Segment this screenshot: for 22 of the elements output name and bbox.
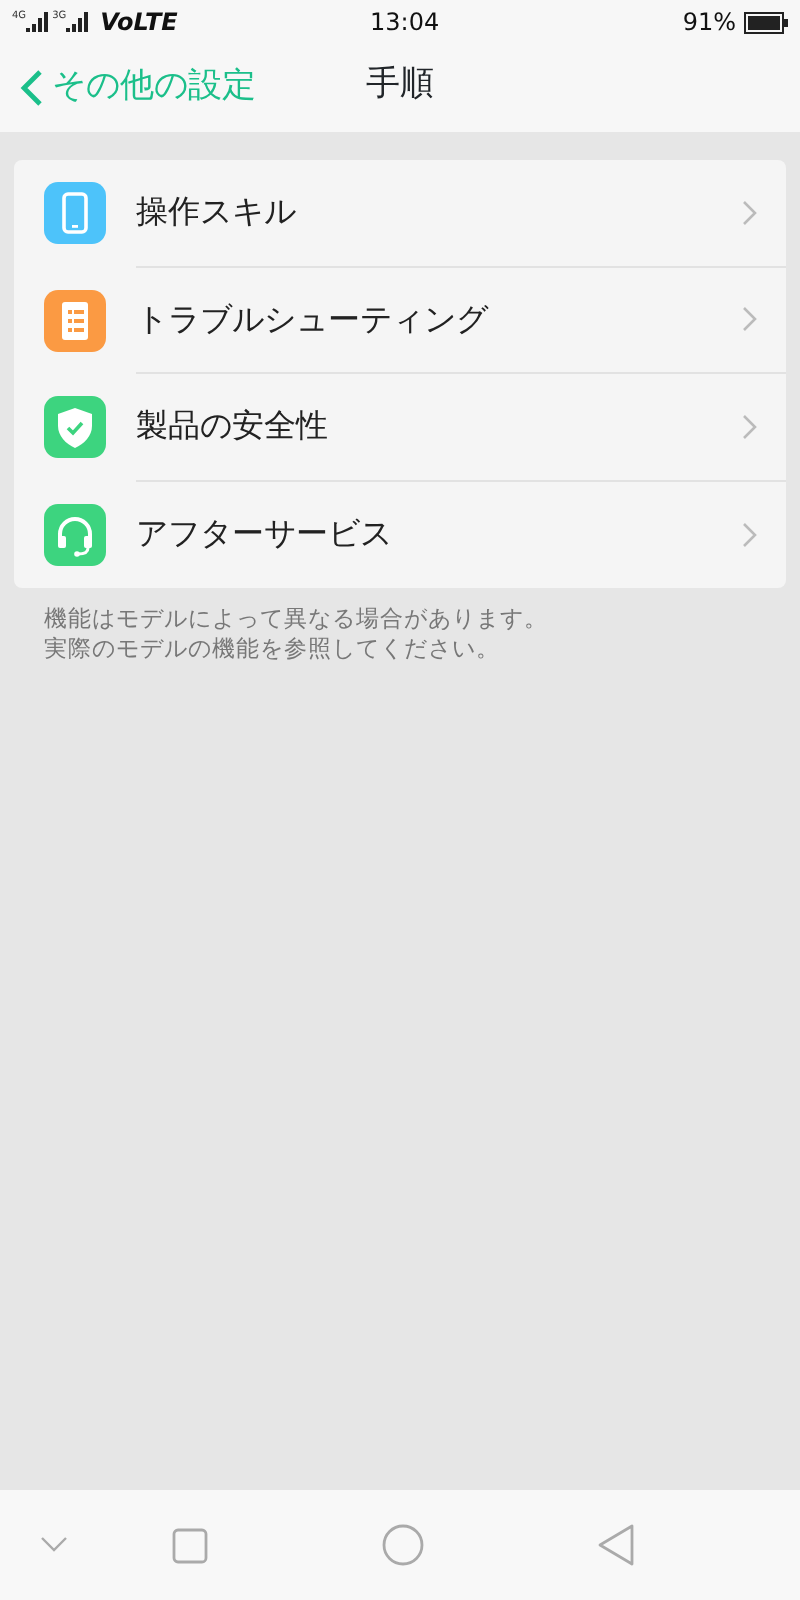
menu-item[interactable]: 製品の安全性: [14, 374, 786, 481]
page-title: 手順: [366, 64, 434, 105]
clock-time: 13:04: [370, 6, 440, 40]
signal-icon: [26, 12, 49, 32]
carrier-label: VoLTE: [100, 6, 178, 40]
home-icon[interactable]: [382, 1524, 424, 1566]
chevron-down-icon[interactable]: [40, 1536, 68, 1554]
note-text: 実際のモデルの機能を参照してください。: [44, 633, 502, 664]
chevron-icon: [742, 199, 758, 226]
back-icon: [20, 68, 44, 108]
menu-item[interactable]: アフターサービス: [14, 481, 786, 588]
chevron-icon: [742, 306, 758, 333]
battery-icon: [744, 11, 788, 33]
battery-percent: 91%: [682, 6, 736, 40]
recents-icon[interactable]: [172, 1527, 208, 1563]
menu-item[interactable]: トラブルシューティング: [14, 267, 786, 374]
chevron-icon: [742, 521, 758, 548]
chevron-icon: [742, 413, 758, 440]
back-nav-icon[interactable]: [598, 1524, 636, 1566]
signal-icon: [66, 12, 89, 32]
note-text: 機能はモデルによって異なる場合があります。: [44, 604, 550, 634]
menu-item[interactable]: 操作スキル: [14, 160, 786, 267]
